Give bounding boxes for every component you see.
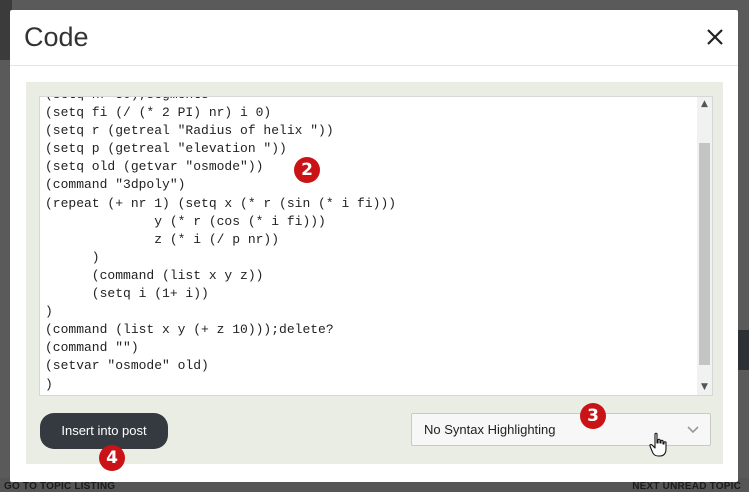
backdrop-button bbox=[737, 330, 749, 370]
code-line: (setq i (1+ i)) bbox=[45, 286, 209, 302]
code-line: (setq p (getreal "elevation ")) bbox=[45, 141, 287, 157]
code-line: (command "") bbox=[45, 340, 139, 356]
code-line: (setq old (getvar "osmode")) bbox=[45, 159, 264, 175]
code-line: (setq nr 30);segments bbox=[45, 97, 209, 102]
next-unread-topic-link: NEXT UNREAD TOPIC bbox=[632, 481, 741, 492]
code-line: ) bbox=[45, 249, 100, 265]
syntax-select-value: No Syntax Highlighting bbox=[424, 422, 556, 437]
code-content[interactable]: (setq nr 30);segments (setq fi (/ (* 2 P… bbox=[45, 97, 696, 394]
code-line: ) bbox=[45, 304, 53, 320]
insert-into-post-button[interactable]: Insert into post bbox=[40, 413, 168, 449]
annotation-badge-2: 2 bbox=[294, 157, 320, 183]
code-line: (command (list x y z)) bbox=[45, 267, 264, 283]
dialog-header: Code bbox=[10, 10, 738, 66]
code-line: ) bbox=[45, 376, 53, 392]
code-line: (setq r (getreal "Radius of helix ")) bbox=[45, 123, 334, 139]
close-icon bbox=[707, 29, 723, 45]
annotation-badge-3: 3 bbox=[580, 403, 606, 429]
code-line: (setq fi (/ (* 2 PI) nr) i 0) bbox=[45, 105, 272, 121]
hand-pointer-icon bbox=[649, 432, 667, 457]
code-scrollbar[interactable]: ▲ ▼ bbox=[697, 97, 712, 395]
scroll-up-icon[interactable]: ▲ bbox=[697, 97, 712, 112]
code-line: (command (list x y (+ z 10)));delete? bbox=[45, 322, 334, 338]
code-textarea[interactable]: (setq nr 30);segments (setq fi (/ (* 2 P… bbox=[39, 96, 713, 396]
dialog-title: Code bbox=[24, 22, 89, 52]
annotation-badge-4: 4 bbox=[99, 445, 125, 471]
code-line: (command "3dpoly") bbox=[45, 177, 186, 193]
code-line: (setvar "osmode" old) bbox=[45, 358, 209, 374]
chevron-down-icon bbox=[687, 426, 699, 434]
code-line: z (* i (/ p nr)) bbox=[45, 231, 280, 247]
go-to-topic-listing-link: GO TO TOPIC LISTING bbox=[4, 481, 116, 492]
scroll-thumb[interactable] bbox=[699, 143, 710, 365]
scroll-down-icon[interactable]: ▼ bbox=[697, 380, 712, 395]
code-dialog: Code (setq nr 30);segments (setq fi (/ (… bbox=[10, 10, 738, 482]
dialog-body: (setq nr 30);segments (setq fi (/ (* 2 P… bbox=[26, 82, 723, 464]
code-line: (repeat (+ nr 1) (setq x (* r (sin (* i … bbox=[45, 195, 397, 211]
code-line: y (* r (cos (* i fi))) bbox=[45, 213, 326, 229]
close-button[interactable] bbox=[704, 26, 726, 48]
